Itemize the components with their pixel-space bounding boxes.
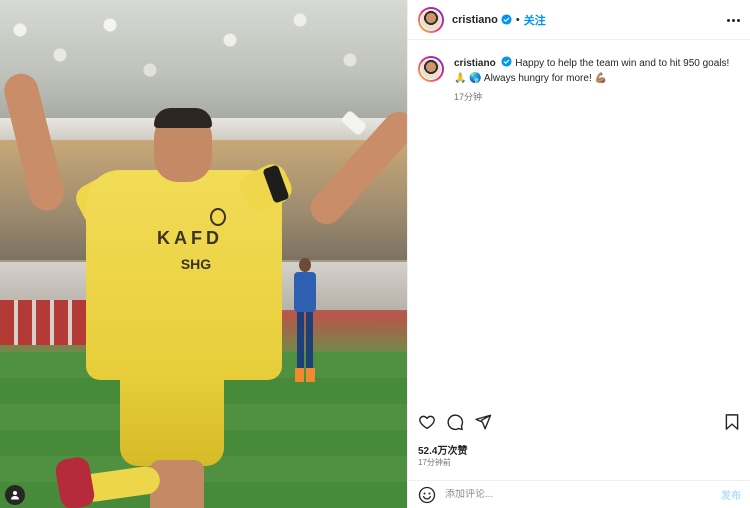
caption-avatar[interactable] bbox=[418, 56, 444, 82]
bookmark-icon[interactable] bbox=[723, 413, 741, 431]
post-media[interactable]: KAFD SHG bbox=[0, 0, 407, 508]
dot-separator: • bbox=[515, 13, 520, 26]
post-header: cristiano • 关注 bbox=[408, 0, 750, 40]
verified-badge-icon bbox=[501, 56, 513, 67]
caption-text: Happy to help the team win and to hit 95… bbox=[454, 58, 730, 84]
likes-count[interactable]: 52.4万次赞 bbox=[418, 442, 467, 457]
header-username[interactable]: cristiano bbox=[452, 14, 498, 26]
jersey-sponsor-secondary: SHG bbox=[180, 256, 212, 272]
club-crest bbox=[210, 208, 226, 226]
caption-body: cristiano Happy to help the team win and… bbox=[454, 56, 741, 105]
avatar[interactable] bbox=[418, 6, 444, 33]
caption-username[interactable]: cristiano bbox=[454, 58, 496, 69]
comment-bar: 发布 bbox=[408, 480, 750, 508]
post-caption: cristiano Happy to help the team win and… bbox=[418, 56, 741, 105]
celebrating-player: KAFD SHG bbox=[0, 0, 407, 508]
share-icon[interactable] bbox=[474, 413, 492, 431]
jersey-sponsor-primary: KAFD bbox=[157, 228, 223, 248]
user-tag-icon[interactable] bbox=[5, 485, 25, 505]
caption-timestamp[interactable]: 17分钟 bbox=[454, 90, 741, 105]
post-timestamp[interactable]: 17分钟前 bbox=[418, 457, 451, 468]
comment-icon[interactable] bbox=[446, 413, 464, 431]
emoji-icon[interactable] bbox=[418, 486, 436, 504]
post-comment-button[interactable]: 发布 bbox=[721, 487, 741, 502]
action-bar bbox=[418, 413, 741, 433]
more-icon[interactable] bbox=[725, 12, 741, 28]
post-details-panel: cristiano • 关注 cristiano Happy to help t… bbox=[407, 0, 750, 508]
heart-icon[interactable] bbox=[418, 413, 436, 431]
verified-badge-icon bbox=[501, 14, 512, 25]
comment-input[interactable] bbox=[445, 489, 721, 500]
follow-button[interactable]: 关注 bbox=[524, 12, 546, 28]
